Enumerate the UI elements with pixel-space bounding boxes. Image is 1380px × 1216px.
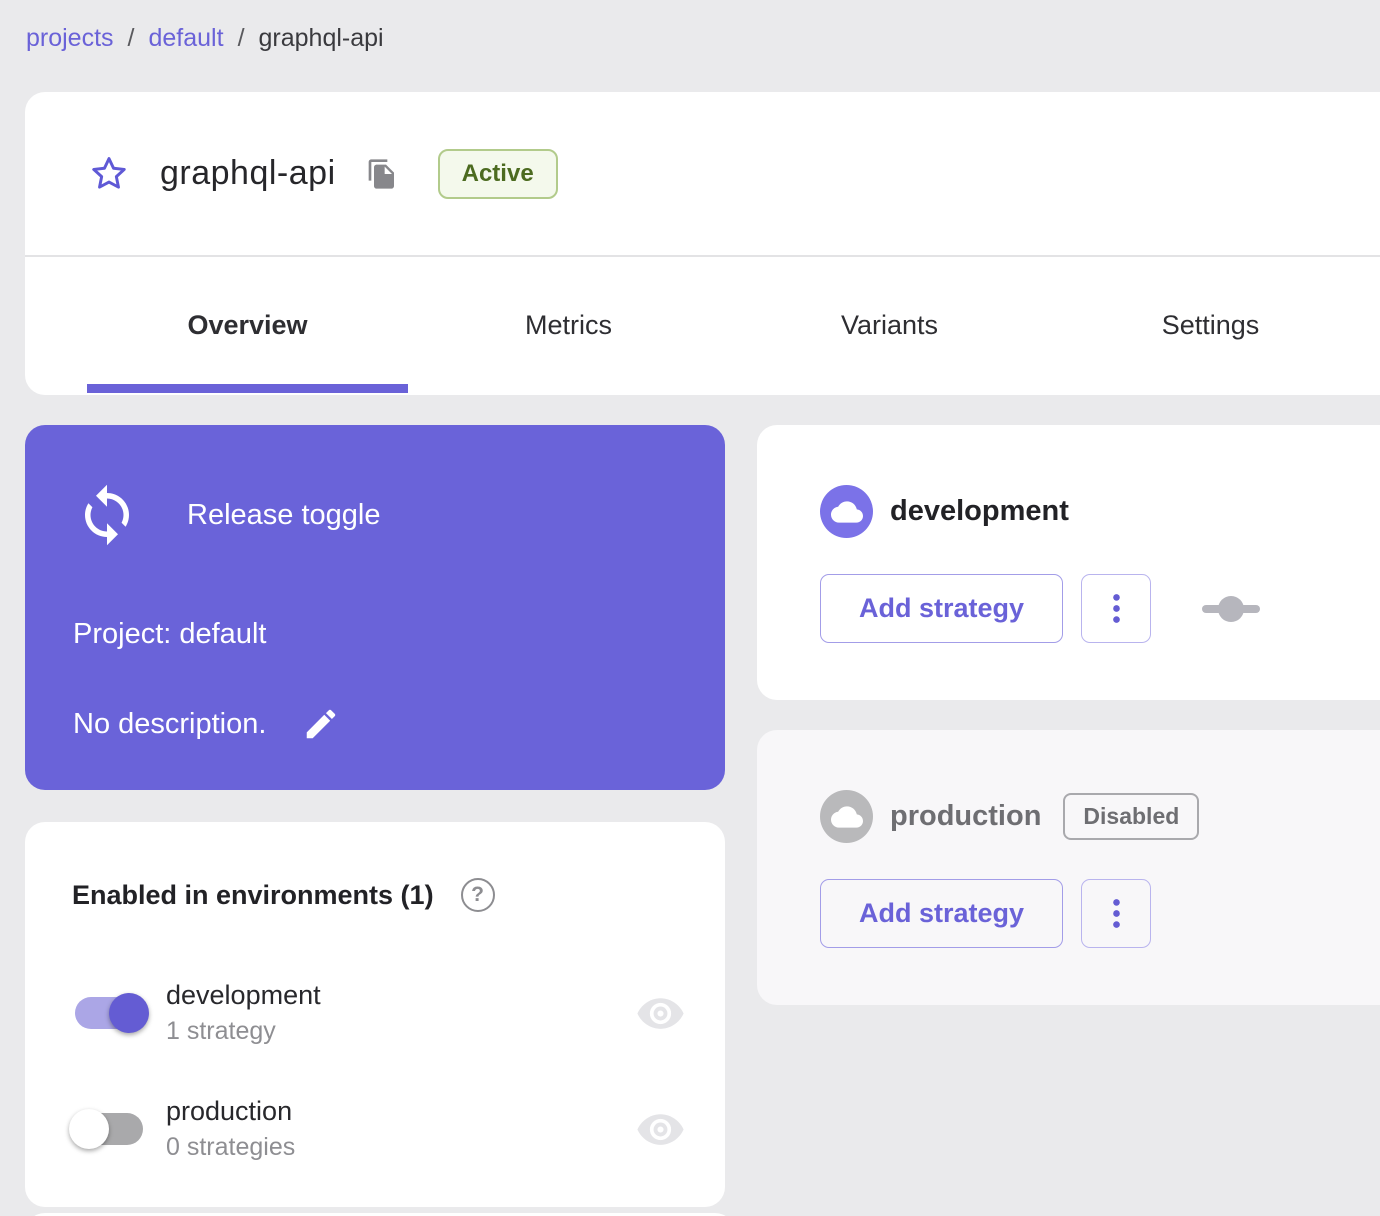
environment-toggle-development[interactable] — [72, 992, 149, 1034]
environment-toggle-row-development: development 1 strategy — [72, 980, 685, 1046]
enabled-environments-header: Enabled in environments (1) ? — [25, 822, 725, 912]
environment-actions: Add strategy — [820, 574, 1380, 643]
environment-card-production: production Disabled Add strategy — [757, 730, 1380, 1005]
kebab-menu-icon — [1112, 594, 1120, 623]
breadcrumb: projects / default / graphql-api — [26, 24, 384, 53]
kebab-menu-icon — [1112, 899, 1120, 928]
environment-row-text: production 0 strategies — [166, 1096, 295, 1162]
copy-name-button[interactable] — [366, 157, 400, 191]
environment-header: production Disabled — [757, 730, 1380, 843]
environment-actions: Add strategy — [820, 879, 1380, 948]
breadcrumb-projects-link[interactable]: projects — [26, 24, 114, 53]
loop-icon — [85, 484, 129, 546]
environment-toggle-row-production: production 0 strategies — [69, 1096, 685, 1162]
breadcrumb-separator: / — [127, 24, 135, 52]
help-icon[interactable]: ? — [460, 878, 495, 912]
feature-header-card: graphql-api Active Overview Metrics Vari… — [25, 92, 1380, 395]
breadcrumb-current-feature: graphql-api — [258, 24, 384, 52]
feature-type-header: Release toggle — [25, 425, 725, 548]
edit-description-button[interactable] — [302, 705, 340, 743]
toggle-thumb — [109, 993, 149, 1033]
feature-header-row: graphql-api Active — [25, 92, 1380, 257]
environment-avatar — [820, 790, 873, 843]
feature-overview-page: projects / default / graphql-api graphql… — [0, 0, 1380, 1216]
active-tab-indicator — [87, 384, 408, 393]
environment-name: production — [890, 800, 1042, 832]
status-badge: Active — [437, 148, 558, 199]
star-icon — [92, 156, 126, 189]
breadcrumb-project-link[interactable]: default — [149, 24, 224, 53]
environment-avatar — [820, 485, 873, 538]
enabled-environments-card: Enabled in environments (1) ? developmen… — [25, 822, 725, 1207]
tab-metrics[interactable]: Metrics — [408, 257, 729, 393]
feature-tabs: Overview Metrics Variants Settings — [25, 257, 1380, 393]
feature-title: graphql-api — [160, 154, 336, 192]
environment-disabled-badge: Disabled — [1063, 793, 1200, 840]
environment-row-strategies: 1 strategy — [166, 1017, 276, 1045]
feature-project-label: Project: default — [73, 618, 267, 650]
environment-row-name: production — [166, 1096, 293, 1126]
enabled-environments-title: Enabled in environments (1) — [72, 879, 434, 910]
add-strategy-button[interactable]: Add strategy — [820, 574, 1063, 643]
feature-type-card: Release toggle Project: default No descr… — [25, 425, 725, 790]
breadcrumb-separator: / — [237, 24, 245, 52]
eye-icon[interactable] — [636, 989, 685, 1038]
feature-description: No description. — [73, 707, 267, 740]
environment-menu-button[interactable] — [1081, 574, 1151, 643]
toggle-thumb — [69, 1109, 109, 1149]
tab-variants[interactable]: Variants — [729, 257, 1050, 393]
edit-pencil-icon — [307, 709, 336, 739]
tab-overview[interactable]: Overview — [87, 257, 408, 393]
favorite-star-icon[interactable] — [88, 153, 130, 195]
environment-row-strategies: 0 strategies — [166, 1133, 296, 1161]
environment-card-development: development Add strategy — [757, 425, 1380, 700]
feature-description-row: No description. — [73, 705, 340, 743]
environment-name: development — [890, 495, 1069, 527]
tab-settings[interactable]: Settings — [1050, 257, 1371, 393]
feature-type-label: Release toggle — [187, 498, 381, 531]
copy-icon — [368, 158, 394, 189]
strategy-commit-icon — [1202, 595, 1260, 622]
cloud-icon — [830, 500, 863, 523]
cloud-icon — [830, 805, 863, 828]
eye-icon[interactable] — [636, 1105, 685, 1154]
environment-toggle-production[interactable] — [69, 1108, 146, 1150]
add-strategy-button[interactable]: Add strategy — [820, 879, 1063, 948]
environment-row-text: development 1 strategy — [166, 980, 321, 1046]
environment-menu-button[interactable] — [1081, 879, 1151, 948]
environment-header: development — [757, 425, 1380, 538]
environment-row-name: development — [166, 980, 321, 1010]
